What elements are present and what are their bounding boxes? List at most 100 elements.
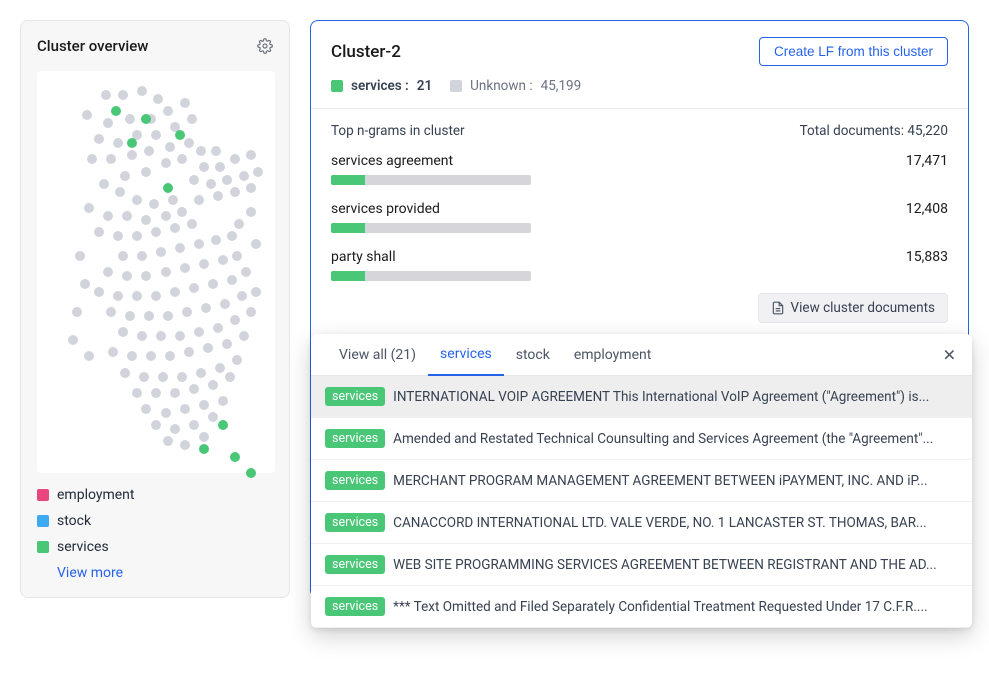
scatter-point — [163, 106, 173, 116]
doc-tab[interactable]: View all (21) — [327, 335, 428, 375]
legend-swatch — [37, 489, 49, 501]
view-more-link[interactable]: View more — [57, 565, 273, 581]
scatter-point — [158, 372, 168, 382]
scatter-point — [234, 219, 244, 229]
documents-panel: View all (21)servicesstockemployment✕ se… — [311, 334, 972, 628]
doc-tab[interactable]: stock — [504, 335, 562, 375]
scatter-point — [187, 219, 197, 229]
scatter-point — [170, 287, 180, 297]
unknown-stat-label: Unknown : — [470, 78, 532, 94]
scatter-point — [230, 154, 240, 164]
ngram-count: 15,883 — [906, 249, 948, 265]
scatter-point — [170, 424, 180, 434]
doc-badge: services — [325, 555, 385, 574]
doc-text: CANACCORD INTERNATIONAL LTD. VALE VERDE,… — [393, 515, 927, 531]
doc-text: WEB SITE PROGRAMMING SERVICES AGREEMENT … — [393, 557, 937, 573]
scatter-point — [165, 142, 175, 152]
legend-label: employment — [57, 487, 135, 503]
doc-text: MERCHANT PROGRAM MANAGEMENT AGREEMENT BE… — [393, 473, 927, 489]
scatter-point — [132, 291, 142, 301]
gear-icon[interactable] — [257, 38, 273, 54]
scatter-point — [246, 207, 256, 217]
legend-item[interactable]: employment — [37, 487, 273, 503]
scatter-point-services — [199, 444, 209, 454]
scatter-point-services — [230, 452, 240, 462]
legend-swatch — [37, 541, 49, 553]
scatter-point — [141, 215, 151, 225]
document-item[interactable]: servicesINTERNATIONAL VOIP AGREEMENT Thi… — [311, 376, 972, 418]
scatter-plot[interactable] — [37, 71, 275, 473]
scatter-point — [103, 118, 113, 128]
ngram-count: 17,471 — [906, 153, 948, 169]
document-item[interactable]: servicesCANACCORD INTERNATIONAL LTD. VAL… — [311, 502, 972, 544]
document-item[interactable]: services *** Text Omitted and Filed Separ… — [311, 586, 972, 628]
legend-label: stock — [57, 513, 91, 529]
ngram-count: 12,408 — [906, 201, 948, 217]
scatter-point — [125, 114, 135, 124]
scatter-point — [87, 154, 97, 164]
scatter-point — [122, 211, 132, 221]
document-item[interactable]: servicesAmended and Restated Technical C… — [311, 418, 972, 460]
doc-text: *** Text Omitted and Filed Separately Co… — [393, 599, 927, 615]
scatter-point — [108, 347, 118, 357]
legend-item[interactable]: stock — [37, 513, 273, 529]
scatter-point — [218, 255, 228, 265]
doc-badge: services — [325, 597, 385, 616]
scatter-point — [199, 400, 209, 410]
scatter-point — [177, 154, 187, 164]
document-list[interactable]: services INTERNATIONAL VOIP AGREEMENT Thi… — [311, 376, 972, 628]
scatter-point — [161, 211, 171, 221]
scatter-point-services — [163, 183, 173, 193]
scatter-point — [213, 323, 223, 333]
scatter-point — [84, 351, 94, 361]
sidebar-title: Cluster overview — [37, 37, 148, 55]
scatter-point — [161, 408, 171, 418]
scatter-point — [187, 114, 197, 124]
document-icon — [771, 301, 785, 315]
scatter-point — [199, 162, 209, 172]
ngram-item: services provided12,408 — [311, 191, 968, 239]
view-cluster-documents-button[interactable]: View cluster documents — [758, 293, 948, 323]
scatter-point — [141, 167, 151, 177]
scatter-point — [141, 271, 151, 281]
scatter-point — [137, 86, 147, 96]
doc-tab[interactable]: services — [428, 334, 504, 376]
scatter-point — [75, 251, 85, 261]
scatter-point — [170, 223, 180, 233]
scatter-point — [115, 187, 125, 197]
scatter-point — [149, 199, 159, 209]
scatter-point — [139, 372, 149, 382]
scatter-point-services — [141, 114, 151, 124]
scatter-point — [118, 90, 128, 100]
ngram-bar — [331, 175, 531, 185]
ngram-bar — [331, 271, 531, 281]
scatter-point — [232, 355, 242, 365]
doc-text: INTERNATIONAL VOIP AGREEMENT This Intern… — [393, 389, 929, 405]
scatter-point — [177, 372, 187, 382]
scatter-point — [215, 363, 225, 373]
close-icon[interactable]: ✕ — [943, 345, 956, 364]
scatter-point-services — [127, 138, 137, 148]
services-stat-label: services : — [351, 78, 409, 94]
scatter-point — [206, 179, 216, 189]
ngram-term: services agreement — [331, 153, 453, 169]
scatter-point — [156, 331, 166, 341]
ngram-header-label: Top n-grams in cluster — [331, 123, 465, 139]
scatter-point — [141, 404, 151, 414]
scatter-point — [118, 251, 128, 261]
document-item[interactable]: servicesMERCHANT PROGRAM MANAGEMENT AGRE… — [311, 460, 972, 502]
scatter-point — [246, 183, 256, 193]
scatter-point — [84, 203, 94, 213]
create-lf-button[interactable]: Create LF from this cluster — [759, 37, 948, 66]
scatter-point — [227, 231, 237, 241]
ngram-item: party shall15,883 — [311, 239, 968, 287]
scatter-point — [127, 351, 137, 361]
cluster-overview-panel: Cluster overview employment stock services… — [20, 20, 290, 598]
scatter-point — [182, 307, 192, 317]
document-item[interactable]: services WEB SITE PROGRAMMING SERVICES AG… — [311, 544, 972, 586]
scatter-point — [227, 275, 237, 285]
scatter-point — [82, 110, 92, 120]
scatter-point-services — [246, 468, 256, 478]
legend-item[interactable]: services — [37, 539, 273, 555]
doc-tab[interactable]: employment — [562, 335, 664, 375]
